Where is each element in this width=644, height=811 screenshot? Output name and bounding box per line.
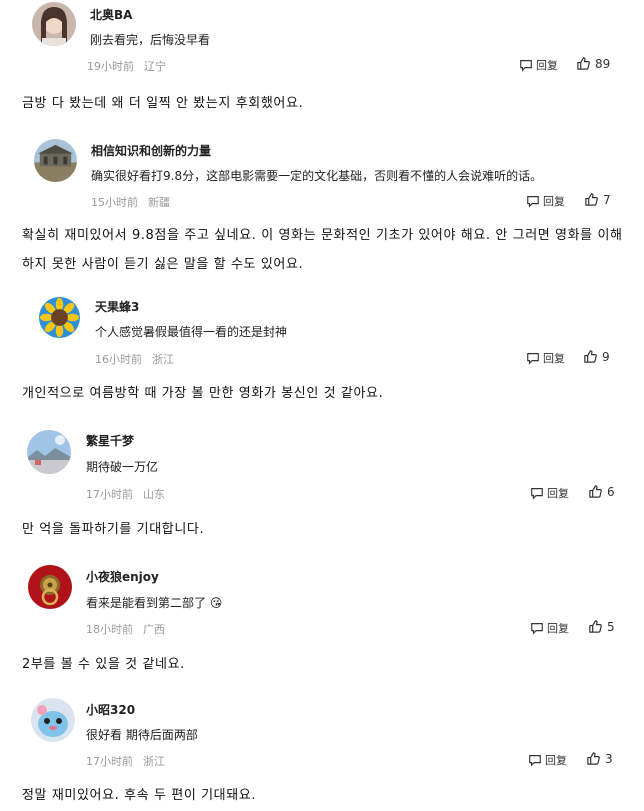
- like-button[interactable]: 3: [586, 751, 613, 766]
- thumbs-up-icon: [584, 350, 597, 363]
- comment-text: 很好看 期待后面两部: [86, 728, 198, 742]
- comment-location: 新疆: [148, 196, 170, 209]
- user-avatar[interactable]: [32, 2, 76, 46]
- reply-label: 回复: [545, 754, 567, 767]
- username[interactable]: 繁星千梦: [86, 432, 134, 449]
- user-avatar[interactable]: [39, 297, 80, 338]
- comment-location: 辽宁: [144, 60, 166, 73]
- korean-translation: 정말 재미있어요. 후속 두 편이 기대돼요.: [22, 788, 257, 803]
- user-avatar[interactable]: [27, 430, 71, 474]
- username[interactable]: 相信知识和创新的力量: [91, 142, 211, 159]
- comment-location: 山东: [143, 488, 165, 501]
- comment-location: 浙江: [143, 755, 165, 768]
- comment-location: 广西: [143, 623, 165, 636]
- reply-button[interactable]: 回复: [519, 57, 558, 73]
- reply-icon: [529, 755, 541, 767]
- comment-time: 19小时前: [87, 60, 134, 73]
- username[interactable]: 小夜狼enjoy: [86, 568, 159, 585]
- reply-label: 回复: [536, 59, 558, 72]
- reply-button[interactable]: 回复: [530, 485, 569, 501]
- comment-time: 17小时前: [86, 755, 133, 768]
- reply-label: 回复: [547, 622, 569, 635]
- comment-text: 刚去看完，后悔没早看: [90, 33, 211, 47]
- reply-label: 回复: [543, 195, 565, 208]
- reply-icon: [527, 196, 539, 208]
- like-count: 7: [603, 192, 611, 207]
- reply-icon: [527, 353, 539, 365]
- thumbs-up-icon: [587, 752, 600, 765]
- username[interactable]: 北奥BA: [90, 6, 132, 23]
- reply-icon: [531, 488, 543, 500]
- user-avatar[interactable]: [34, 139, 77, 182]
- thumbs-up-icon: [589, 485, 602, 498]
- like-count: 6: [607, 484, 615, 499]
- like-button[interactable]: 9: [583, 349, 610, 364]
- thumbs-up-icon: [589, 620, 602, 633]
- comment-time: 16小时前: [95, 353, 142, 366]
- like-count: 89: [595, 56, 611, 71]
- comment-text: 期待破一万亿: [86, 460, 159, 474]
- comment-meta: 15小时前 新疆: [91, 194, 170, 210]
- reply-label: 回复: [547, 487, 569, 500]
- user-avatar[interactable]: [28, 565, 72, 609]
- comment-meta: 16小时前 浙江: [95, 351, 174, 367]
- like-button[interactable]: 7: [584, 192, 611, 207]
- user-avatar[interactable]: [31, 698, 75, 742]
- reply-icon: [531, 623, 543, 635]
- comment-text: 个人感觉暑假最值得一看的还是封神: [95, 325, 288, 339]
- comment-text: 看来是能看到第二部了 😘: [86, 596, 223, 610]
- username[interactable]: 小昭320: [86, 701, 135, 718]
- like-button[interactable]: 89: [576, 56, 610, 71]
- korean-translation: 개인적으로 여름방학 때 가장 볼 만한 영화가 봉신인 것 같아요.: [22, 386, 384, 401]
- reply-button[interactable]: 回复: [530, 620, 569, 636]
- comment-meta: 17小时前 山东: [86, 486, 165, 502]
- like-count: 5: [607, 619, 615, 634]
- reply-icon: [520, 60, 532, 72]
- like-button[interactable]: 6: [588, 484, 615, 499]
- korean-translation: 만 억을 돌파하기를 기대합니다.: [22, 522, 205, 537]
- like-count: 3: [605, 751, 613, 766]
- like-button[interactable]: 5: [588, 619, 615, 634]
- comment-meta: 18小时前 广西: [86, 621, 165, 637]
- username[interactable]: 天果蜂3: [95, 298, 139, 315]
- korean-translation: 2부를 볼 수 있을 것 같네요.: [22, 657, 185, 672]
- comment-text: 确实很好看打9.8分，这部电影需要一定的文化基础，否则看不懂的人会说难听的话。: [91, 169, 543, 183]
- comment-location: 浙江: [152, 353, 174, 366]
- reply-button[interactable]: 回复: [526, 350, 565, 366]
- comment-meta: 19小时前 辽宁: [87, 58, 166, 74]
- thumbs-up-icon: [577, 57, 590, 70]
- reply-label: 回复: [543, 352, 565, 365]
- comment-meta: 17小时前 浙江: [86, 753, 165, 769]
- korean-translation: 확실히 재미있어서 9.8점을 주고 싶네요. 이 영화는 문화적인 기초가 있…: [22, 228, 623, 272]
- reply-button[interactable]: 回复: [528, 752, 567, 768]
- comment-time: 15小时前: [91, 196, 138, 209]
- thumbs-up-icon: [585, 193, 598, 206]
- korean-translation: 금방 다 봤는데 왜 더 일찍 안 봤는지 후회했어요.: [22, 96, 304, 111]
- comment-time: 18小时前: [86, 623, 133, 636]
- reply-button[interactable]: 回复: [526, 193, 565, 209]
- comment-time: 17小时前: [86, 488, 133, 501]
- like-count: 9: [602, 349, 610, 364]
